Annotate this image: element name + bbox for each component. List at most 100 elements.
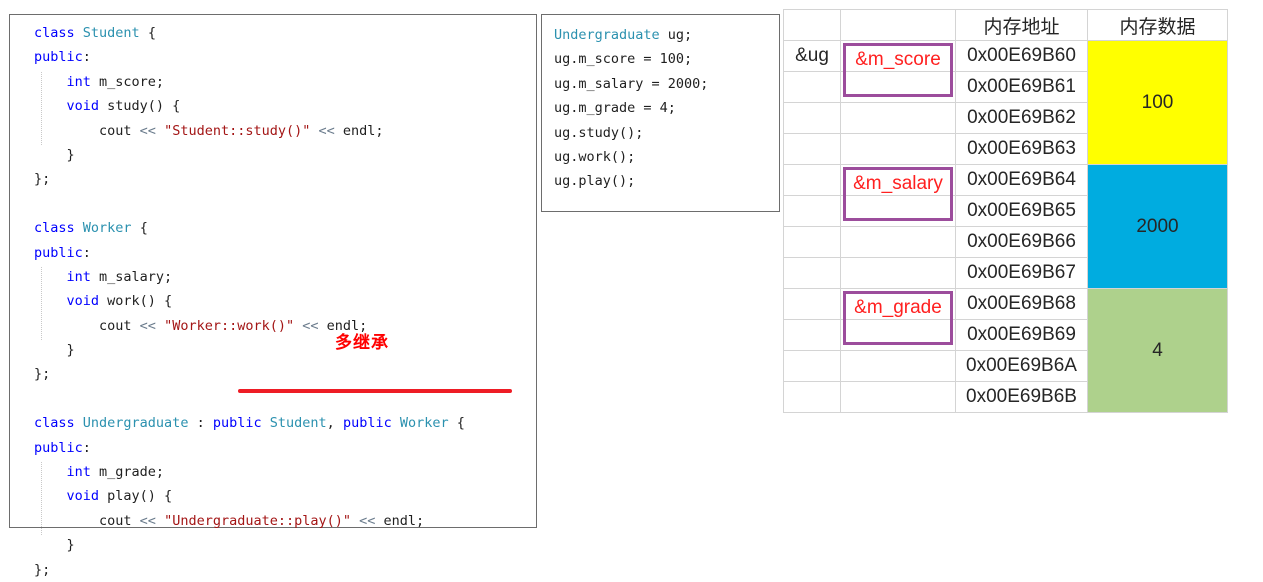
code-line: void play() {	[34, 484, 536, 508]
code-line: }	[34, 338, 536, 362]
code-token: ug.work();	[554, 148, 636, 165]
usage-snippet-code-panel: Undergraduate ug; ug.m_score = 100; ug.m_s…	[541, 14, 780, 212]
header-blank-2	[840, 9, 956, 41]
member-address-label: &m_score	[840, 40, 956, 97]
code-token: ug.study();	[554, 124, 644, 141]
empty-cell	[783, 195, 841, 227]
member-address-label: &m_salary	[840, 164, 956, 221]
empty-cell	[783, 164, 841, 196]
code-line: int m_score;	[34, 70, 536, 94]
class-block-undergraduate: class Undergraduate : public Student, pu…	[10, 411, 536, 582]
memory-layout-table: 内存地址 内存数据 &ug &m_score 0x00E69B60 100 0x00E6…	[783, 9, 1228, 413]
code-line: void study() {	[34, 94, 536, 118]
code-token: int	[66, 268, 91, 285]
code-token: Worker	[82, 220, 132, 237]
code-token: class	[34, 415, 83, 432]
code-token: };	[34, 366, 51, 383]
code-token: ug.m_grade = 4;	[554, 100, 676, 117]
table-row: &m_grade 0x00E69B68 4	[783, 288, 1228, 413]
code-token: }	[34, 146, 75, 163]
code-token: cout	[34, 512, 140, 529]
memory-address-cell: 0x00E69B60	[955, 40, 1088, 72]
empty-cell	[840, 350, 956, 382]
empty-cell	[840, 381, 956, 413]
code-token: m_grade;	[90, 464, 165, 481]
code-token: endl;	[375, 512, 425, 529]
code-line: ug.m_score = 100;	[554, 47, 779, 71]
code-token: }	[34, 342, 75, 359]
empty-cell	[783, 226, 841, 258]
empty-cell	[840, 226, 956, 258]
code-token: ug.m_salary = 2000;	[554, 75, 709, 92]
code-token: work() {	[99, 293, 173, 310]
code-token: class	[34, 220, 83, 237]
memory-address-cell: 0x00E69B6B	[955, 381, 1088, 413]
code-line: void work() {	[34, 289, 536, 313]
code-line: cout << "Undergraduate::play()" << endl;	[34, 509, 536, 533]
code-line: int m_salary;	[34, 265, 536, 289]
code-token: int	[66, 73, 91, 90]
multi-inheritance-annotation: 多继承	[335, 333, 389, 353]
code-line: };	[34, 362, 536, 386]
code-line: }	[34, 143, 536, 167]
code-token: }	[34, 537, 75, 554]
code-line: ug.m_grade = 4;	[554, 96, 779, 120]
code-line: };	[34, 558, 536, 582]
class-block-student: class Student {public: int m_score; void…	[10, 21, 536, 192]
code-line: }	[34, 533, 536, 557]
memory-address-cell: 0x00E69B63	[955, 133, 1088, 165]
header-blank-1	[783, 9, 841, 41]
code-token: public	[212, 415, 262, 432]
code-line: ug.work();	[554, 145, 779, 169]
code-token: cout	[34, 122, 140, 139]
code-token: <<	[139, 512, 156, 529]
empty-cell	[783, 350, 841, 382]
code-token: };	[34, 171, 51, 188]
code-token: class	[34, 25, 83, 41]
empty-cell	[840, 319, 956, 351]
empty-cell	[840, 257, 956, 289]
code-token: void	[66, 293, 100, 310]
table-row: &m_salary 0x00E69B64 2000	[783, 164, 1228, 289]
code-token: "Undergraduate::play()"	[164, 512, 352, 529]
code-token: m_salary;	[90, 268, 173, 285]
code-line: class Undergraduate : public Student, pu…	[34, 411, 536, 435]
code-token: <<	[139, 122, 156, 139]
empty-cell	[783, 257, 841, 289]
code-token: "Worker::work()"	[164, 317, 295, 334]
empty-cell	[840, 195, 956, 227]
header-memory-data: 内存数据	[1087, 9, 1228, 41]
code-token: {	[448, 415, 465, 432]
empty-cell	[783, 288, 841, 320]
code-token: Student	[82, 25, 140, 41]
code-token: public	[34, 49, 83, 66]
empty-cell	[783, 102, 841, 134]
code-line: public:	[34, 45, 536, 69]
object-address-label: &ug	[783, 40, 841, 72]
code-line: ug.play();	[554, 169, 779, 193]
code-token: Worker	[399, 415, 449, 432]
memory-address-cell: 0x00E69B69	[955, 319, 1088, 351]
code-line: public:	[34, 436, 536, 460]
memory-address-cell: 0x00E69B61	[955, 71, 1088, 103]
code-token: study() {	[99, 98, 181, 115]
empty-cell	[783, 71, 841, 103]
code-token: <<	[318, 122, 335, 139]
code-line: int m_grade;	[34, 460, 536, 484]
memory-address-cell: 0x00E69B68	[955, 288, 1088, 320]
memory-address-cell: 0x00E69B67	[955, 257, 1088, 289]
code-token: ,	[326, 415, 343, 432]
memory-address-cell: 0x00E69B62	[955, 102, 1088, 134]
code-token: :	[188, 415, 213, 432]
code-token: public	[34, 244, 83, 261]
inheritance-underline	[238, 389, 512, 393]
class-definitions-code-panel: class Student { public: int m_score; void…	[9, 14, 537, 578]
memory-address-cell: 0x00E69B66	[955, 226, 1088, 258]
code-token: Student	[269, 415, 327, 432]
code-token: void	[66, 98, 100, 115]
